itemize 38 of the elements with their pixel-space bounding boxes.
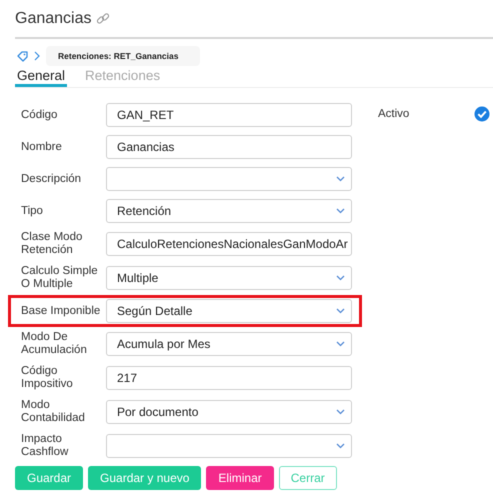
field-label: Código xyxy=(21,108,58,122)
chevron-down-icon xyxy=(336,275,345,281)
field-label: Tipo xyxy=(21,204,44,218)
field-label: Código Impositivo xyxy=(21,365,74,391)
checkbox[interactable] xyxy=(474,106,490,122)
field-label: Clase Modo Retención xyxy=(21,231,84,257)
chevron-down-icon xyxy=(336,176,345,182)
field-label: Impacto Cashflow xyxy=(21,433,70,459)
chevron-down-icon xyxy=(336,409,345,415)
input-field[interactable]: CalculoRetencionesNacionalesGanModoAr xyxy=(106,232,352,256)
page-title: Ganancias xyxy=(15,10,92,28)
chevron-down-icon xyxy=(336,443,345,449)
tag-icon xyxy=(17,50,28,62)
field-label: Calculo Simple O Multiple xyxy=(21,265,99,291)
field-label: Nombre xyxy=(21,140,63,154)
chevron-down-icon xyxy=(336,208,345,214)
dropdown-field[interactable]: Según Detalle xyxy=(106,299,352,323)
field-label: Modo Contabilidad xyxy=(21,399,86,425)
dropdown-field[interactable]: Multiple xyxy=(106,266,352,290)
link-icon[interactable] xyxy=(96,12,110,26)
input-field[interactable]: 217 xyxy=(106,366,352,390)
chevron-down-icon xyxy=(336,308,345,314)
input-field[interactable]: Ganancias xyxy=(106,135,352,159)
action-button[interactable]: Eliminar xyxy=(206,466,274,490)
input-field[interactable]: GAN_RET xyxy=(106,103,352,127)
chevron-right-icon xyxy=(34,51,40,61)
tab[interactable]: General xyxy=(15,68,68,87)
field-label: Descripción xyxy=(21,172,82,186)
dropdown-field[interactable]: Acumula por Mes xyxy=(106,332,352,356)
dropdown-field[interactable] xyxy=(106,434,352,458)
chevron-down-icon xyxy=(336,341,345,347)
dropdown-field[interactable]: Por documento xyxy=(106,400,352,424)
breadcrumb-item[interactable]: Retenciones: RET_Ganancias xyxy=(46,46,200,66)
field-label: Base Imponible xyxy=(21,304,102,318)
dropdown-field[interactable] xyxy=(106,167,352,191)
field-label: Modo De Acumulación xyxy=(21,331,88,357)
dropdown-field[interactable]: Retención xyxy=(106,199,352,223)
field-label: Activo xyxy=(378,108,410,120)
